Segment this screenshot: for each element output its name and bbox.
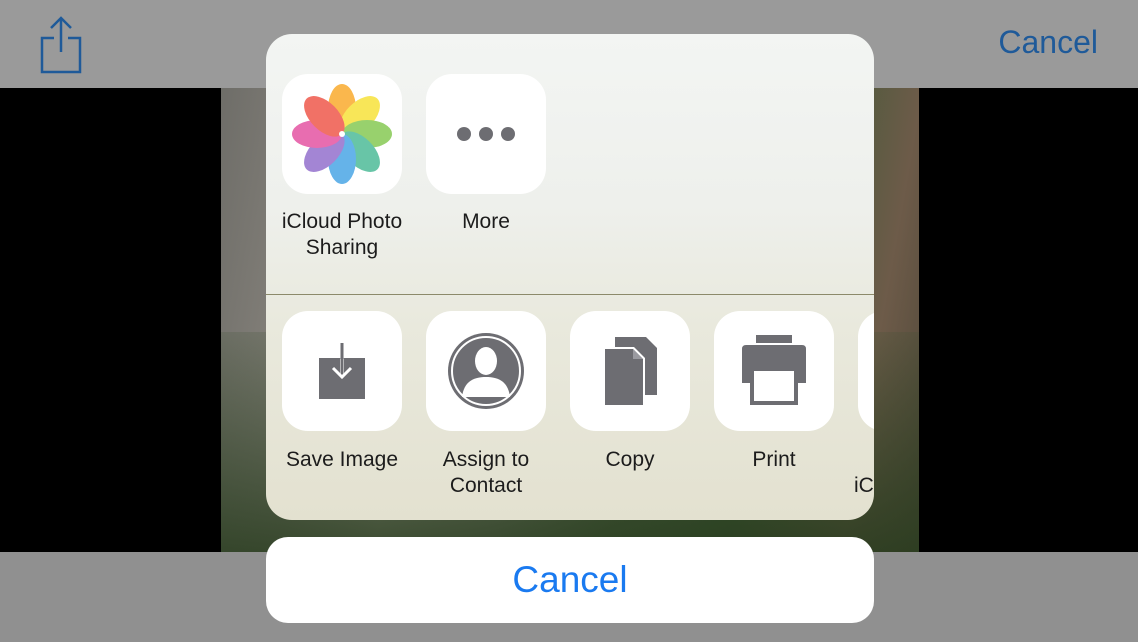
more-icon xyxy=(457,127,515,141)
photos-icon xyxy=(292,84,392,184)
copy-tile[interactable] xyxy=(570,311,690,431)
icloud-photo-sharing-tile[interactable] xyxy=(282,74,402,194)
save-image-label: Save Image xyxy=(285,448,399,471)
nav-cancel-button[interactable]: Cancel xyxy=(998,24,1098,61)
assign-to-contact-label: Assign to Contact xyxy=(442,448,530,497)
copy-label: Copy xyxy=(605,448,655,471)
share-icon[interactable] xyxy=(38,16,84,74)
copy-icon xyxy=(603,337,657,407)
share-sheet: iCloud Photo Sharing More Save Image Ass… xyxy=(266,34,874,520)
print-tile[interactable] xyxy=(714,311,834,431)
print-icon xyxy=(742,335,806,405)
sheet-cancel-button[interactable]: Cancel xyxy=(266,537,874,623)
more-label: More xyxy=(462,210,510,233)
icloud-photo-sharing-label: iCloud Photo Sharing xyxy=(281,210,403,259)
screen: Cancel iCloud Photo Sharing More Save Im… xyxy=(0,0,1138,642)
share-actions-row: Save Image Assign to Contact Copy Print … xyxy=(266,295,874,520)
contact-icon xyxy=(448,333,524,409)
partial-action-label: iC xyxy=(854,474,874,497)
assign-to-contact-tile[interactable] xyxy=(426,311,546,431)
more-tile[interactable] xyxy=(426,74,546,194)
save-image-tile[interactable] xyxy=(282,311,402,431)
print-label: Print xyxy=(752,448,796,471)
share-apps-row: iCloud Photo Sharing More xyxy=(266,34,874,294)
partial-action-tile[interactable] xyxy=(858,311,874,431)
save-image-icon xyxy=(319,343,365,399)
